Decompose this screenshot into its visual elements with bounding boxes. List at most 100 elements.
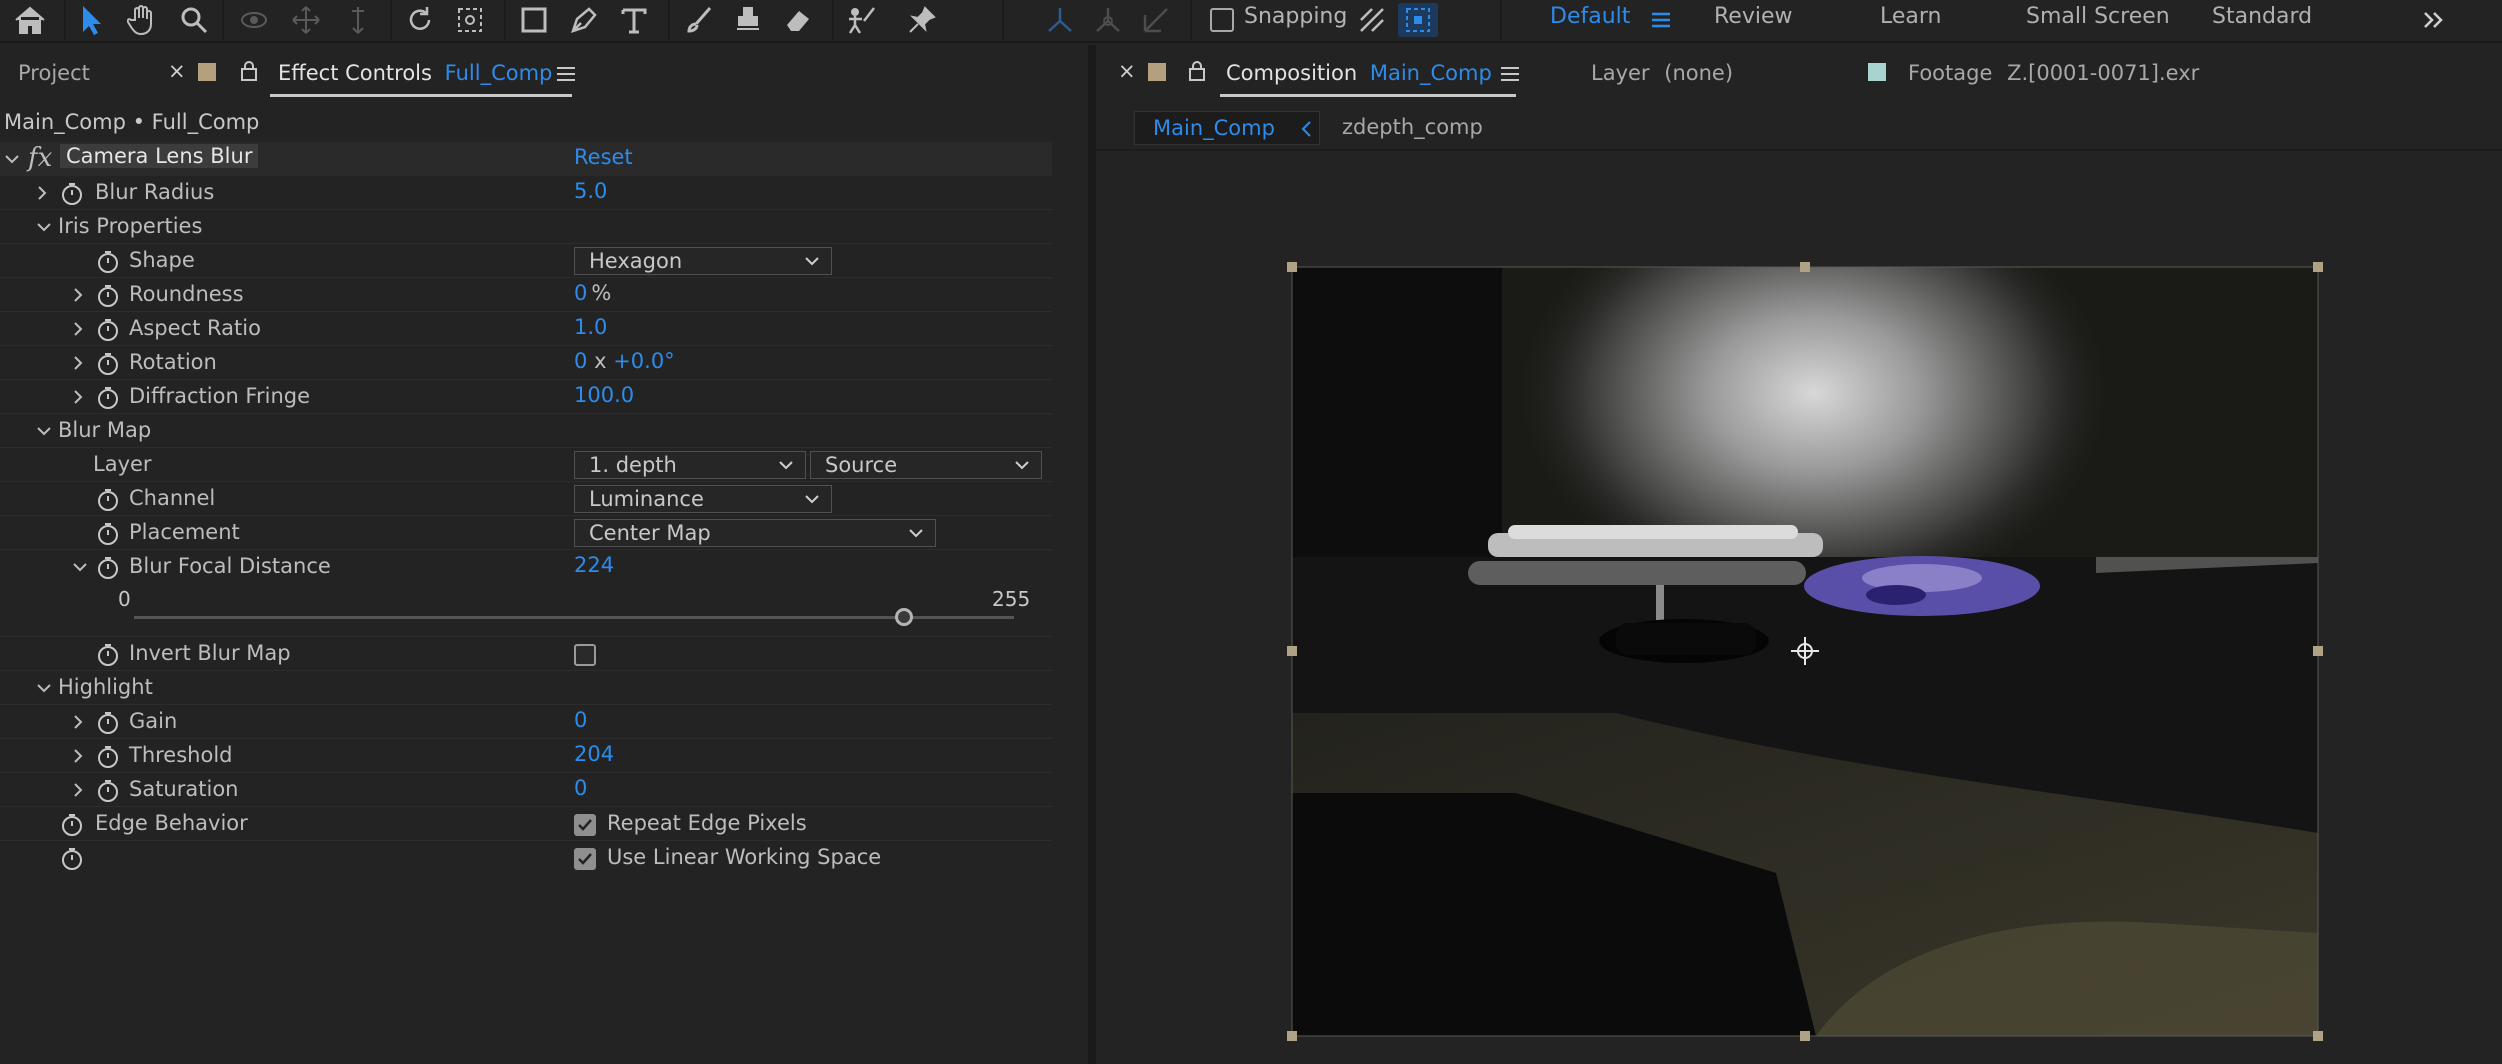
rotation-degrees[interactable]: +0.0°	[613, 349, 675, 373]
channel-dropdown[interactable]: Luminance	[574, 485, 832, 513]
local-axis-mode-icon[interactable]	[1040, 0, 1080, 40]
workspace-learn[interactable]: Learn	[1880, 4, 1942, 29]
stopwatch-icon[interactable]	[96, 522, 120, 546]
rotation-revolutions[interactable]: 0	[574, 349, 587, 373]
chevron-down-icon[interactable]	[34, 217, 54, 237]
chevron-down-icon[interactable]	[34, 678, 54, 698]
saturation-value[interactable]: 0	[574, 776, 587, 800]
chevron-down-icon[interactable]	[34, 421, 54, 441]
lock-icon[interactable]	[1188, 61, 1206, 85]
stopwatch-icon[interactable]	[96, 779, 120, 803]
stopwatch-icon[interactable]	[96, 643, 120, 667]
tab-effect-controls[interactable]: Effect Controls Full_Comp	[278, 61, 552, 85]
stopwatch-icon[interactable]	[60, 813, 84, 837]
slider-track[interactable]	[134, 616, 1014, 619]
lock-icon[interactable]	[240, 61, 258, 85]
chevron-right-icon[interactable]	[68, 780, 88, 800]
world-axis-mode-icon[interactable]	[1088, 0, 1128, 40]
snapping-checkbox[interactable]	[1210, 8, 1234, 32]
comp-nav-zdepth-comp[interactable]: zdepth_comp	[1342, 115, 1483, 139]
chevron-right-icon[interactable]	[32, 183, 52, 203]
repeat-edge-pixels-checkbox[interactable]	[574, 814, 596, 836]
stopwatch-icon[interactable]	[96, 250, 120, 274]
chevron-right-icon[interactable]	[68, 387, 88, 407]
workspace-default[interactable]: Default	[1550, 4, 1630, 29]
chevron-right-icon[interactable]	[68, 319, 88, 339]
chevron-down-icon[interactable]	[2, 149, 22, 169]
close-project-tab-icon[interactable]: ×	[168, 59, 186, 83]
gain-value[interactable]: 0	[574, 708, 587, 732]
pan-camera-icon[interactable]	[284, 0, 328, 40]
hand-tool-icon[interactable]	[120, 0, 164, 40]
chevron-right-icon[interactable]	[68, 746, 88, 766]
layer-source-dropdown[interactable]: Source	[810, 451, 1042, 479]
chevron-right-icon[interactable]	[68, 353, 88, 373]
placement-dropdown[interactable]: Center Map	[574, 519, 936, 547]
rectangle-tool-icon[interactable]	[512, 0, 556, 40]
stopwatch-icon[interactable]	[96, 745, 120, 769]
tab-footage[interactable]: Footage Z.[0001-0071].exr	[1908, 61, 2199, 85]
orbit-camera-icon[interactable]	[232, 0, 276, 40]
stopwatch-icon[interactable]	[96, 556, 120, 580]
tab-composition[interactable]: Composition Main_Comp	[1226, 61, 1492, 85]
rotation-tool-icon[interactable]	[398, 0, 442, 40]
blur-radius-value[interactable]: 5.0	[574, 179, 607, 203]
zoom-tool-icon[interactable]	[172, 0, 216, 40]
composition-viewer[interactable]	[1096, 153, 2502, 1064]
close-composition-tab-icon[interactable]: ×	[1118, 59, 1136, 83]
view-axis-mode-icon[interactable]	[1136, 0, 1176, 40]
brush-tool-icon[interactable]	[676, 0, 720, 40]
tab-project[interactable]: Project	[18, 61, 90, 85]
slider-thumb[interactable]	[895, 608, 914, 626]
iris-properties-row[interactable]: Iris Properties	[0, 210, 1052, 244]
roto-brush-tool-icon[interactable]	[840, 0, 884, 40]
stopwatch-icon[interactable]	[96, 386, 120, 410]
blur-map-row[interactable]: Blur Map	[0, 414, 1052, 448]
invert-blur-map-checkbox[interactable]	[574, 644, 596, 666]
threshold-value[interactable]: 204	[574, 742, 614, 766]
stopwatch-icon[interactable]	[96, 488, 120, 512]
stopwatch-icon[interactable]	[60, 182, 84, 206]
fx-icon[interactable]: fx	[28, 143, 52, 173]
roundness-value[interactable]: 0%	[574, 281, 611, 305]
stopwatch-icon[interactable]	[96, 318, 120, 342]
blur-focal-distance-value[interactable]: 224	[574, 553, 614, 577]
stopwatch-icon[interactable]	[96, 284, 120, 308]
linear-working-space-checkbox[interactable]	[574, 848, 596, 870]
puppet-pin-tool-icon[interactable]	[900, 0, 944, 40]
selection-tool-icon[interactable]	[70, 0, 114, 40]
comp-nav-main-comp[interactable]: Main_Comp	[1134, 111, 1320, 145]
shape-dropdown[interactable]: Hexagon	[574, 247, 832, 275]
home-icon[interactable]	[8, 0, 52, 40]
effect-name[interactable]: Camera Lens Blur	[60, 144, 259, 168]
stopwatch-icon[interactable]	[60, 847, 84, 871]
workspace-menu-icon[interactable]	[1646, 0, 1676, 40]
clone-stamp-tool-icon[interactable]	[726, 0, 770, 40]
type-tool-icon[interactable]	[612, 0, 656, 40]
workspace-small-screen[interactable]: Small Screen	[2026, 4, 2170, 29]
panel-divider[interactable]	[1088, 45, 1096, 1064]
chevron-down-icon[interactable]	[70, 557, 90, 577]
diffraction-fringe-value[interactable]: 100.0	[574, 383, 634, 407]
roundness-number[interactable]: 0	[574, 281, 587, 305]
tab-layer[interactable]: Layer (none)	[1591, 61, 1733, 85]
panel-menu-icon[interactable]	[1500, 65, 1520, 87]
aspect-ratio-value[interactable]: 1.0	[574, 315, 607, 339]
more-workspaces-icon[interactable]	[2418, 0, 2448, 40]
panel-menu-icon[interactable]	[556, 65, 576, 87]
chevron-right-icon[interactable]	[68, 285, 88, 305]
chevron-right-icon[interactable]	[68, 712, 88, 732]
layer-dropdown[interactable]: 1. depth	[574, 451, 806, 479]
effect-header-row[interactable]: fx Camera Lens Blur Reset	[0, 142, 1052, 176]
workspace-review[interactable]: Review	[1714, 4, 1793, 29]
stopwatch-icon[interactable]	[96, 352, 120, 376]
snap-to-grid-icon[interactable]	[1398, 3, 1438, 37]
workspace-standard[interactable]: Standard	[2212, 4, 2312, 29]
snapping-options-icon[interactable]	[1354, 0, 1390, 40]
pen-tool-icon[interactable]	[562, 0, 606, 40]
stopwatch-icon[interactable]	[96, 711, 120, 735]
dolly-camera-icon[interactable]	[336, 0, 380, 40]
highlight-row[interactable]: Highlight	[0, 671, 1052, 705]
anchor-point-tool-icon[interactable]	[448, 0, 492, 40]
eraser-tool-icon[interactable]	[776, 0, 820, 40]
